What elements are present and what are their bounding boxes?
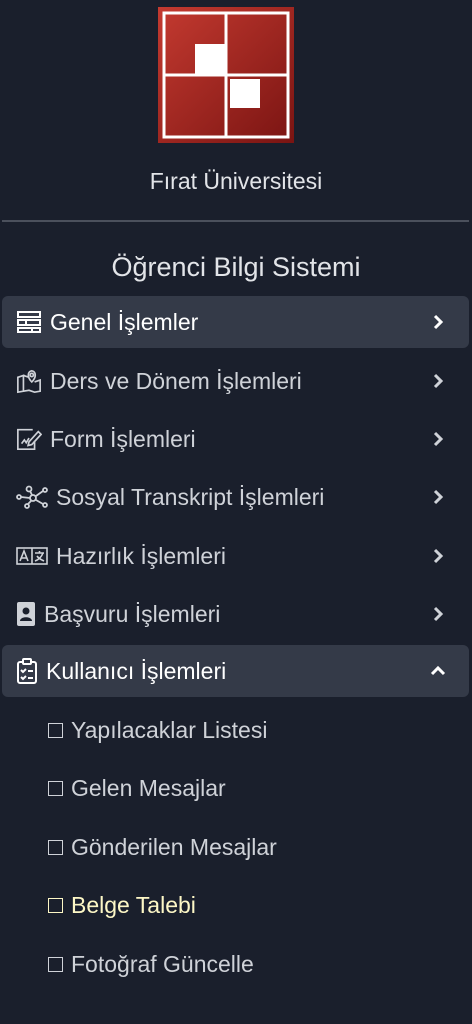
system-title: Öğrenci Bilgi Sistemi xyxy=(111,252,361,282)
submenu-item-belge-talebi[interactable]: Belge Talebi xyxy=(48,885,196,925)
submenu-item-yapilacaklar[interactable]: Yapılacaklar Listesi xyxy=(48,710,267,750)
university-name: Fırat Üniversitesi xyxy=(149,168,323,194)
submenu-item-label: Yapılacaklar Listesi xyxy=(71,716,268,743)
chevron-right-icon xyxy=(433,606,444,622)
chevron-right-icon xyxy=(433,548,444,564)
chevron-right-icon xyxy=(433,431,444,447)
submenu-item-label: Gönderilen Mesajlar xyxy=(71,833,277,860)
menu-item-label: Genel İşlemler xyxy=(50,308,199,335)
submenu-item-gonderilen-mesajlar[interactable]: Gönderilen Mesajlar xyxy=(48,827,277,867)
menu-item-genel-islemler[interactable]: Genel İşlemler xyxy=(2,296,469,348)
chevron-right-icon xyxy=(433,314,444,330)
map-pin-icon xyxy=(16,368,42,394)
translate-icon xyxy=(16,543,48,569)
clipboard-check-icon xyxy=(16,658,38,684)
submenu-item-label: Fotoğraf Güncelle xyxy=(71,950,254,977)
submenu-item-gelen-mesajlar[interactable]: Gelen Mesajlar xyxy=(48,768,226,808)
menu-item-label: Başvuru İşlemleri xyxy=(44,600,221,627)
menu-item-kullanici-islemleri[interactable]: Kullanıcı İşlemleri xyxy=(2,645,469,697)
chevron-right-icon xyxy=(433,373,444,389)
submenu-item-fotograf-guncelle[interactable]: Fotoğraf Güncelle xyxy=(48,944,254,984)
menu-item-label: Form İşlemleri xyxy=(50,425,196,452)
menu-item-sosyal-transkript[interactable]: Sosyal Transkript İşlemleri xyxy=(2,471,469,523)
submenu-item-label: Gelen Mesajlar xyxy=(71,774,226,801)
menu-item-hazirlik[interactable]: Hazırlık İşlemleri xyxy=(2,530,469,582)
network-icon xyxy=(16,484,48,510)
menu-item-label: Hazırlık İşlemleri xyxy=(56,542,226,569)
square-icon xyxy=(48,897,63,913)
menu-item-label: Sosyal Transkript İşlemleri xyxy=(56,483,325,510)
id-badge-icon xyxy=(16,601,36,627)
square-icon xyxy=(48,839,63,855)
table-icon xyxy=(16,309,42,335)
submenu-item-label: Belge Talebi xyxy=(71,891,196,918)
menu-item-label: Ders ve Dönem İşlemleri xyxy=(50,367,302,394)
divider xyxy=(2,220,469,222)
menu-item-form-islemleri[interactable]: Form İşlemleri xyxy=(2,413,469,465)
university-logo xyxy=(158,7,294,143)
chevron-up-icon xyxy=(430,665,446,676)
square-icon xyxy=(48,956,63,972)
chevron-right-icon xyxy=(433,489,444,505)
square-icon xyxy=(48,780,63,796)
square-icon xyxy=(48,722,63,738)
form-edit-icon xyxy=(16,426,42,452)
menu-item-label: Kullanıcı İşlemleri xyxy=(46,657,227,684)
menu-item-basvuru[interactable]: Başvuru İşlemleri xyxy=(2,588,469,640)
menu-item-ders-ve-donem[interactable]: Ders ve Dönem İşlemleri xyxy=(2,355,469,407)
